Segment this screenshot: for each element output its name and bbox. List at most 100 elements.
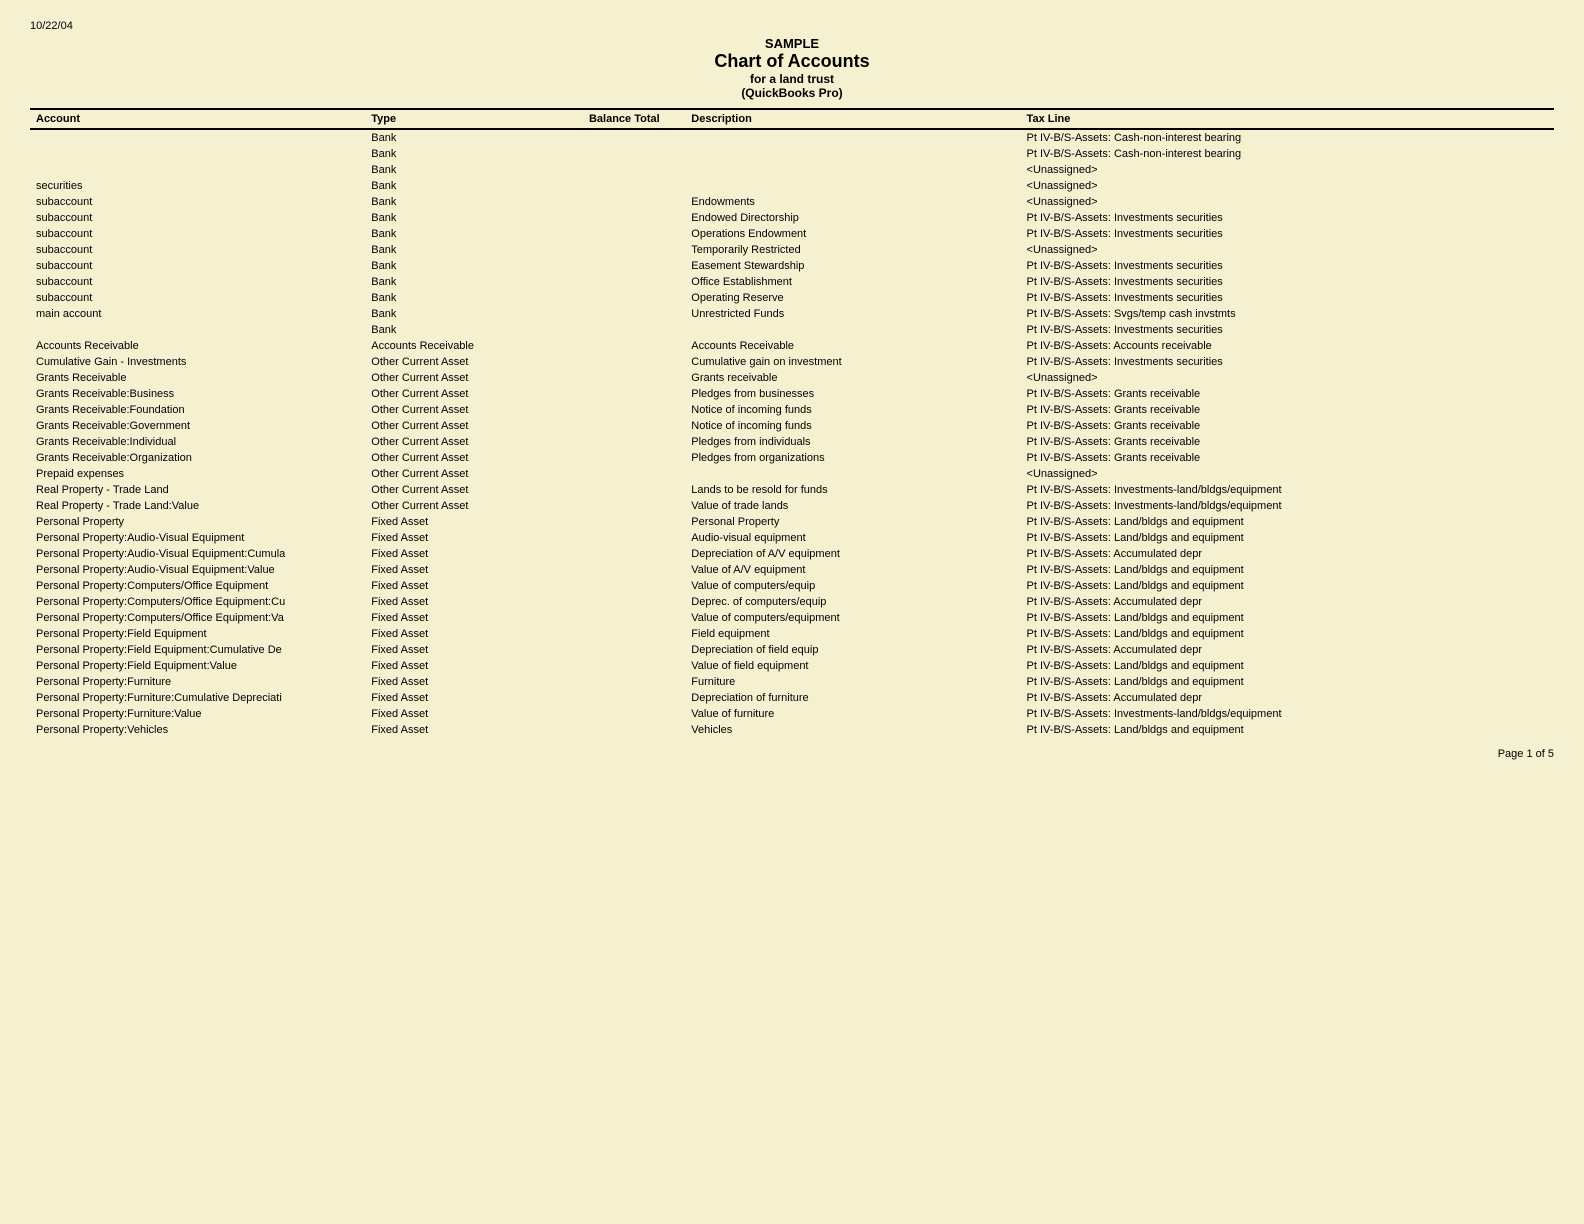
cell-account: Grants Receivable:Organization — [30, 450, 365, 466]
cell-description: Value of A/V equipment — [685, 562, 1020, 578]
cell-account: Grants Receivable:Foundation — [30, 402, 365, 418]
cell-taxline: Pt IV-B/S-Assets: Accumulated depr — [1021, 594, 1554, 610]
table-row: subaccountBankTemporarily Restricted<Una… — [30, 242, 1554, 258]
cell-taxline: <Unassigned> — [1021, 178, 1554, 194]
cell-balance — [563, 162, 685, 178]
cell-type: Fixed Asset — [365, 530, 563, 546]
cell-account: Accounts Receivable — [30, 338, 365, 354]
cell-type: Bank — [365, 162, 563, 178]
cell-type: Fixed Asset — [365, 722, 563, 738]
cell-description: Unrestricted Funds — [685, 306, 1020, 322]
cell-balance — [563, 290, 685, 306]
cell-balance — [563, 450, 685, 466]
cell-account: Personal Property:Audio-Visual Equipment… — [30, 546, 365, 562]
cell-account — [30, 129, 365, 146]
cell-description: Notice of incoming funds — [685, 402, 1020, 418]
table-row: Bank<Unassigned> — [30, 162, 1554, 178]
cell-account: Personal Property:Computers/Office Equip… — [30, 594, 365, 610]
cell-account — [30, 146, 365, 162]
report-title2: Chart of Accounts — [30, 51, 1554, 72]
table-row: Prepaid expensesOther Current Asset<Unas… — [30, 466, 1554, 482]
cell-account: Personal Property:Computers/Office Equip… — [30, 578, 365, 594]
cell-type: Fixed Asset — [365, 626, 563, 642]
cell-description: Value of furniture — [685, 706, 1020, 722]
cell-taxline: Pt IV-B/S-Assets: Land/bldgs and equipme… — [1021, 578, 1554, 594]
cell-balance — [563, 690, 685, 706]
cell-account: Grants Receivable — [30, 370, 365, 386]
cell-account: Personal Property:Field Equipment:Cumula… — [30, 642, 365, 658]
cell-type: Fixed Asset — [365, 546, 563, 562]
cell-description: Pledges from individuals — [685, 434, 1020, 450]
cell-taxline: <Unassigned> — [1021, 370, 1554, 386]
table-row: Grants ReceivableOther Current AssetGran… — [30, 370, 1554, 386]
cell-description: Temporarily Restricted — [685, 242, 1020, 258]
table-row: subaccountBankOperating ReservePt IV-B/S… — [30, 290, 1554, 306]
table-row: subaccountBankEndowed DirectorshipPt IV-… — [30, 210, 1554, 226]
cell-description: Notice of incoming funds — [685, 418, 1020, 434]
chart-of-accounts-table: Account Type Balance Total Description T… — [30, 108, 1554, 738]
cell-taxline: Pt IV-B/S-Assets: Land/bldgs and equipme… — [1021, 722, 1554, 738]
cell-account: securities — [30, 178, 365, 194]
cell-balance — [563, 466, 685, 482]
cell-description: Lands to be resold for funds — [685, 482, 1020, 498]
cell-balance — [563, 129, 685, 146]
cell-type: Other Current Asset — [365, 354, 563, 370]
cell-taxline: Pt IV-B/S-Assets: Land/bldgs and equipme… — [1021, 562, 1554, 578]
cell-account: Grants Receivable:Business — [30, 386, 365, 402]
cell-type: Bank — [365, 210, 563, 226]
cell-account: Personal Property:Field Equipment — [30, 626, 365, 642]
cell-balance — [563, 706, 685, 722]
table-row: Personal Property:FurnitureFixed AssetFu… — [30, 674, 1554, 690]
cell-description: Field equipment — [685, 626, 1020, 642]
cell-balance — [563, 146, 685, 162]
table-row: Grants Receivable:OrganizationOther Curr… — [30, 450, 1554, 466]
table-row: Personal Property:Audio-Visual Equipment… — [30, 530, 1554, 546]
cell-description — [685, 129, 1020, 146]
cell-account: subaccount — [30, 226, 365, 242]
cell-account: Personal Property:Furniture:Value — [30, 706, 365, 722]
col-header-balance: Balance Total — [563, 109, 685, 129]
cell-account: Grants Receivable:Individual — [30, 434, 365, 450]
cell-balance — [563, 626, 685, 642]
cell-type: Bank — [365, 322, 563, 338]
cell-taxline: Pt IV-B/S-Assets: Investments securities — [1021, 322, 1554, 338]
cell-description — [685, 162, 1020, 178]
cell-description: Endowments — [685, 194, 1020, 210]
table-row: Real Property - Trade Land:ValueOther Cu… — [30, 498, 1554, 514]
cell-taxline: Pt IV-B/S-Assets: Grants receivable — [1021, 402, 1554, 418]
cell-balance — [563, 306, 685, 322]
report-title1: SAMPLE — [30, 36, 1554, 51]
table-row: subaccountBankEasement StewardshipPt IV-… — [30, 258, 1554, 274]
cell-account: subaccount — [30, 274, 365, 290]
cell-balance — [563, 674, 685, 690]
table-row: Grants Receivable:FoundationOther Curren… — [30, 402, 1554, 418]
cell-taxline: Pt IV-B/S-Assets: Investments securities — [1021, 290, 1554, 306]
cell-taxline: Pt IV-B/S-Assets: Investments securities — [1021, 258, 1554, 274]
cell-description: Pledges from businesses — [685, 386, 1020, 402]
cell-taxline: Pt IV-B/S-Assets: Accumulated depr — [1021, 642, 1554, 658]
cell-type: Bank — [365, 226, 563, 242]
table-row: Personal Property:Computers/Office Equip… — [30, 594, 1554, 610]
table-row: Personal Property:Field Equipment:Cumula… — [30, 642, 1554, 658]
cell-balance — [563, 418, 685, 434]
cell-taxline: Pt IV-B/S-Assets: Investments securities — [1021, 210, 1554, 226]
cell-account: Personal Property:Computers/Office Equip… — [30, 610, 365, 626]
cell-taxline: Pt IV-B/S-Assets: Grants receivable — [1021, 386, 1554, 402]
cell-account: Cumulative Gain - Investments — [30, 354, 365, 370]
cell-description: Depreciation of A/V equipment — [685, 546, 1020, 562]
cell-type: Other Current Asset — [365, 498, 563, 514]
cell-taxline: <Unassigned> — [1021, 242, 1554, 258]
cell-taxline: Pt IV-B/S-Assets: Accumulated depr — [1021, 690, 1554, 706]
cell-balance — [563, 578, 685, 594]
cell-balance — [563, 498, 685, 514]
cell-account: Personal Property:Furniture — [30, 674, 365, 690]
table-row: subaccountBankOffice EstablishmentPt IV-… — [30, 274, 1554, 290]
table-row: Personal Property:VehiclesFixed AssetVeh… — [30, 722, 1554, 738]
cell-description: Depreciation of field equip — [685, 642, 1020, 658]
table-row: Grants Receivable:IndividualOther Curren… — [30, 434, 1554, 450]
cell-description: Operations Endowment — [685, 226, 1020, 242]
cell-description: Audio-visual equipment — [685, 530, 1020, 546]
table-row: BankPt IV-B/S-Assets: Cash-non-interest … — [30, 129, 1554, 146]
cell-balance — [563, 338, 685, 354]
cell-description: Depreciation of furniture — [685, 690, 1020, 706]
